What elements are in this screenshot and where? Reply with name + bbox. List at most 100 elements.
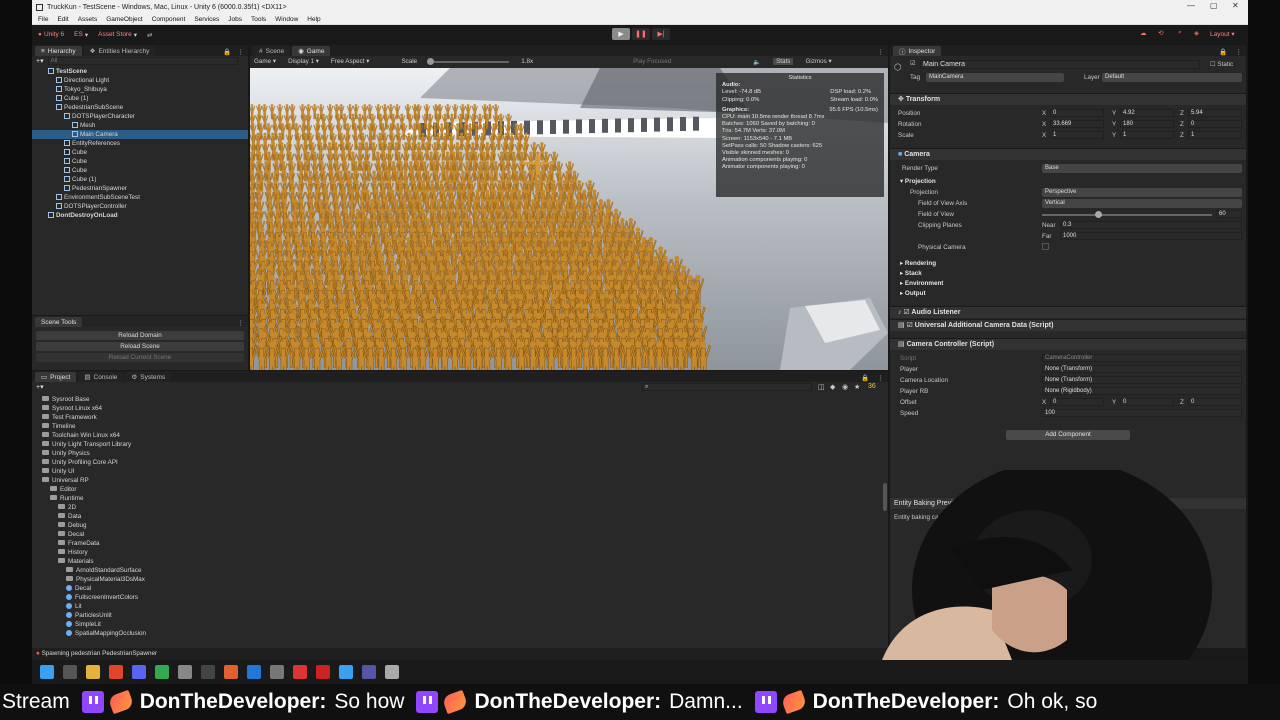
pause-button[interactable]: ❚❚ <box>632 28 650 40</box>
player-rb-field[interactable]: None (Rigidbody) <box>1042 387 1242 395</box>
project-item[interactable]: Unity UI <box>42 467 888 476</box>
play-focused-dropdown[interactable]: Play Focused <box>633 58 671 65</box>
hierarchy-item[interactable]: DontDestroyOnLoad <box>32 211 248 220</box>
lock-icon[interactable]: 🔒 <box>223 48 231 56</box>
file-explorer-icon[interactable] <box>86 665 100 679</box>
urp-camera-data-header[interactable]: ▤ ☑ Universal Additional Camera Data (Sc… <box>890 319 1246 331</box>
menu-file[interactable]: File <box>38 16 48 23</box>
menu-edit[interactable]: Edit <box>57 16 68 23</box>
kebab-menu-icon[interactable]: ⋮ <box>878 48 885 56</box>
camera-section-rendering[interactable]: ▸ Rendering <box>900 260 936 267</box>
reload-current-scene-button[interactable]: Reload Current Scene <box>36 353 244 362</box>
camera-section-environment[interactable]: ▸ Environment <box>900 280 943 287</box>
axis-y-input[interactable]: 180 <box>1120 120 1174 128</box>
hierarchy-item[interactable]: Cube <box>32 157 248 166</box>
version-control-icon[interactable]: ⇄ <box>147 31 152 39</box>
axis-y-input[interactable]: 0 <box>1120 398 1174 406</box>
vscode-icon[interactable] <box>247 665 261 679</box>
project-item[interactable]: Runtime <box>42 494 888 503</box>
hierarchy-search-input[interactable]: All <box>47 57 238 65</box>
mute-audio-icon[interactable]: 🔈 <box>753 58 761 66</box>
settings-gear-icon[interactable] <box>385 665 399 679</box>
project-item[interactable]: Test Framework <box>42 413 888 422</box>
hierarchy-item[interactable]: Directional Light <box>32 76 248 85</box>
project-item[interactable]: Sysroot Base <box>42 395 888 404</box>
add-icon[interactable]: +▾ <box>36 383 44 391</box>
gizmos-dropdown[interactable]: Gizmos ▾ <box>805 58 831 65</box>
hierarchy-item[interactable]: EnvironmentSubSceneTest <box>32 193 248 202</box>
tab-entities-hierarchy[interactable]: ❖ Entities Hierarchy <box>83 46 156 56</box>
task-view-icon[interactable] <box>63 665 77 679</box>
project-item[interactable]: SpatialMappingOcclusion <box>42 629 888 638</box>
speed-input[interactable]: 100 <box>1042 409 1242 417</box>
project-item[interactable]: Decal <box>42 584 888 593</box>
axis-x-input[interactable]: 0 <box>1050 109 1104 117</box>
project-item[interactable]: Editor <box>42 485 888 494</box>
menu-window[interactable]: Window <box>275 16 298 23</box>
menu-component[interactable]: Component <box>152 16 186 23</box>
layers-icon[interactable]: ◈ <box>1194 29 1199 37</box>
camera-section-stack[interactable]: ▸ Stack <box>900 270 922 277</box>
near-input[interactable]: 0.3 <box>1060 221 1242 229</box>
favorite-icon[interactable]: ★ <box>854 383 860 391</box>
project-search-input[interactable]: ⌕ <box>642 383 812 391</box>
search-icon[interactable]: ⌕ <box>1178 29 1182 37</box>
tab-game[interactable]: ◉ Game <box>292 46 331 56</box>
tab-scene-tools[interactable]: Scene Tools <box>35 317 83 327</box>
lock-icon[interactable]: 🔒 <box>861 374 869 382</box>
tab-scene[interactable]: # Scene <box>253 46 291 56</box>
store-icon[interactable] <box>339 665 353 679</box>
hierarchy-item[interactable]: Cube <box>32 166 248 175</box>
project-item[interactable]: Debug <box>42 521 888 530</box>
tab-systems[interactable]: ⚙ Systems <box>125 372 172 382</box>
fov-axis-dropdown[interactable]: Vertical <box>1042 199 1242 208</box>
tag-dropdown[interactable]: MainCamera <box>926 73 1064 82</box>
hierarchy-item[interactable]: Mesh <box>32 121 248 130</box>
filter-type-icon[interactable]: ◫ <box>818 383 825 391</box>
menu-assets[interactable]: Assets <box>78 16 98 23</box>
active-checkbox[interactable]: ☑ <box>910 60 916 67</box>
axis-y-input[interactable]: 1 <box>1120 131 1174 139</box>
lock-icon[interactable]: 🔒 <box>1219 48 1227 56</box>
unity-editor-icon[interactable] <box>270 665 284 679</box>
media-icon[interactable] <box>316 665 330 679</box>
recording-icon[interactable] <box>293 665 307 679</box>
windows-start-icon[interactable] <box>40 665 54 679</box>
hierarchy-item[interactable]: PedestrianSubScene <box>32 103 248 112</box>
cloud-icon[interactable]: ☁ <box>1140 29 1147 37</box>
transform-header[interactable]: ✥ Transform <box>890 93 1246 105</box>
player-field[interactable]: None (Transform) <box>1042 365 1242 373</box>
package-count-icon[interactable]: 36 <box>868 383 876 390</box>
maximize-button[interactable]: ▢ <box>1210 1 1218 10</box>
project-item[interactable]: SimpleLit <box>42 620 888 629</box>
hierarchy-item[interactable]: TestScene <box>32 67 248 76</box>
hierarchy-item[interactable]: Cube (1) <box>32 94 248 103</box>
hierarchy-item[interactable]: DOTSPlayerController <box>32 202 248 211</box>
display-dropdown[interactable]: Display 1 ▾ <box>288 58 319 65</box>
es-button[interactable]: ES ▾ <box>74 31 88 39</box>
fov-slider-thumb[interactable] <box>1095 211 1103 218</box>
project-item[interactable]: 2D <box>42 503 888 512</box>
project-item[interactable]: Sysroot Linux x64 <box>42 404 888 413</box>
app-icon[interactable] <box>224 665 238 679</box>
stats-toggle[interactable]: Stats <box>773 58 794 65</box>
scale-slider[interactable] <box>427 57 510 65</box>
tab-console[interactable]: ▤ Console <box>78 372 124 382</box>
tab-hierarchy[interactable]: ≡ Hierarchy <box>35 46 82 56</box>
projection-dropdown[interactable]: Perspective <box>1042 188 1242 197</box>
axis-z-input[interactable]: 5.94 <box>1188 109 1242 117</box>
add-icon[interactable]: +▾ <box>36 57 44 65</box>
project-item[interactable]: Unity Light Transport Library <box>42 440 888 449</box>
menu-services[interactable]: Services <box>194 16 219 23</box>
far-input[interactable]: 1000 <box>1060 232 1242 240</box>
reload-scene-button[interactable]: Reload Scene <box>36 342 244 351</box>
menu-jobs[interactable]: Jobs <box>228 16 242 23</box>
project-item[interactable]: Materials <box>42 557 888 566</box>
axis-y-input[interactable]: 4.92 <box>1120 109 1174 117</box>
project-item[interactable]: History <box>42 548 888 557</box>
project-item[interactable]: Toolchain Win Linux x64 <box>42 431 888 440</box>
menu-gameobject[interactable]: GameObject <box>106 16 143 23</box>
project-item[interactable]: Unity Profiling Core API <box>42 458 888 467</box>
visibility-icon[interactable]: ◉ <box>842 383 848 391</box>
history-icon[interactable]: ⟲ <box>1158 29 1163 37</box>
